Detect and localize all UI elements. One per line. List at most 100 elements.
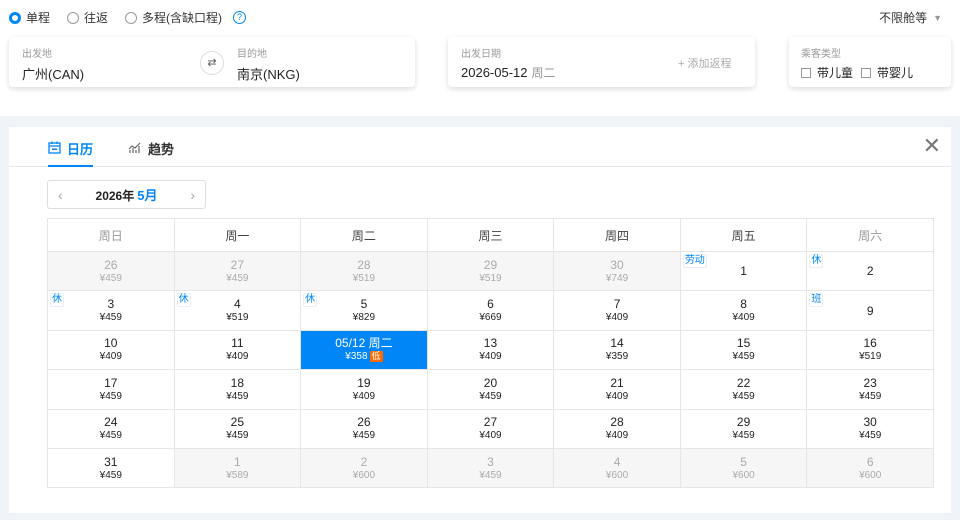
calendar-day-cell[interactable]: 30 ¥459: [806, 408, 934, 449]
day-price-row: ¥409: [554, 390, 680, 403]
calendar-day-cell[interactable]: 30 ¥749: [553, 250, 681, 292]
day-price: ¥600: [859, 469, 882, 481]
day-number: 29: [483, 257, 498, 272]
tab-trend[interactable]: 趋势: [128, 139, 174, 158]
calendar-week-row: 31 ¥459 1 ¥589 2 ¥600 3 ¥459 4 ¥600 5 ¥600 6 ¥600: [47, 447, 934, 489]
departure-date-label: 出发日期: [461, 49, 501, 60]
day-price: ¥409: [605, 390, 629, 402]
cabin-class-dropdown[interactable]: 不限舱等 ▼: [879, 9, 942, 26]
weekday-header: 周四: [553, 218, 681, 252]
calendar-day-cell[interactable]: 28 ¥409: [553, 408, 681, 449]
calendar-day-cell[interactable]: 6 ¥669: [426, 290, 555, 331]
with-child-checkbox[interactable]: 带儿童: [801, 64, 853, 81]
trip-type-round-trip[interactable]: 往返: [67, 9, 108, 26]
calendar-day-cell[interactable]: 28 ¥519: [300, 250, 428, 292]
cabin-class-label: 不限舱等: [879, 11, 928, 25]
day-price-row: ¥358 低: [301, 350, 427, 363]
holiday-tag: 休: [303, 293, 318, 308]
checkbox-icon: [861, 67, 872, 78]
calendar-day-cell[interactable]: 4 ¥600: [553, 447, 681, 489]
calendar-day-cell[interactable]: 13 ¥409: [426, 329, 555, 371]
prev-month-icon[interactable]: ‹: [58, 187, 63, 203]
calendar-day-cell[interactable]: 17 ¥459: [47, 369, 175, 410]
swap-cities-icon[interactable]: ⇄: [200, 51, 224, 75]
tab-calendar[interactable]: 日历: [48, 139, 94, 167]
calendar-day-cell[interactable]: 27 ¥459: [173, 250, 302, 292]
calendar-day-cell[interactable]: 20 ¥459: [426, 369, 555, 410]
calendar-day-cell[interactable]: 5 ¥600: [679, 447, 808, 489]
departure-date-field[interactable]: 出发日期 2026-05-12 周二: [461, 45, 556, 81]
calendar-grid: 周日 周一 周二 周三 周四 周五 周六 26 ¥459 27 ¥459 28 ¥519 29 ¥519 3…: [47, 218, 934, 489]
calendar-day-cell[interactable]: 24 ¥459: [47, 408, 175, 449]
calendar-day-cell[interactable]: 19 ¥409: [300, 369, 428, 410]
calendar-day-cell[interactable]: 2 ¥600: [300, 447, 428, 489]
day-price: ¥358: [345, 351, 368, 363]
radio-icon: [67, 11, 80, 24]
weekday-header: 周三: [426, 218, 555, 252]
calendar-day-cell[interactable]: 班9: [806, 290, 934, 331]
day-price-row: ¥409: [554, 311, 680, 324]
calendar-day-cell[interactable]: 6 ¥600: [806, 447, 934, 489]
calendar-day-cell[interactable]: 休 4 ¥519: [173, 290, 302, 331]
help-icon[interactable]: ?: [233, 11, 247, 24]
holiday-tag: 休: [50, 293, 64, 308]
day-price-row: ¥409: [175, 350, 301, 363]
calendar-day-cell[interactable]: 29 ¥459: [679, 408, 808, 449]
calendar-day-cell[interactable]: 7 ¥409: [553, 290, 681, 331]
trip-type-one-way[interactable]: 单程: [9, 9, 50, 26]
tab-label: 日历: [67, 142, 94, 157]
calendar-day-cell[interactable]: 29 ¥519: [426, 250, 555, 292]
calendar-day-cell[interactable]: 3 ¥459: [426, 447, 555, 489]
calendar-day-cell[interactable]: 25 ¥459: [173, 408, 302, 449]
calendar-day-cell[interactable]: 22 ¥459: [679, 369, 808, 410]
trip-type-label: 单程: [26, 11, 51, 25]
trip-type-multi-city[interactable]: 多程(含缺口程): [125, 9, 222, 26]
day-price: ¥519: [226, 312, 249, 324]
calendar-day-cell[interactable]: 21 ¥409: [553, 369, 681, 410]
calendar-day-cell[interactable]: 8 ¥409: [679, 290, 808, 331]
day-price-row: ¥519: [428, 272, 554, 285]
day-price: ¥459: [859, 390, 882, 402]
day-price: ¥459: [99, 430, 122, 442]
day-price: ¥459: [226, 430, 249, 442]
with-infant-checkbox[interactable]: 带婴儿: [861, 64, 913, 81]
calendar-day-cell[interactable]: 16 ¥519: [806, 329, 934, 371]
day-number: 29: [736, 415, 751, 430]
day-price-row: ¥409: [48, 350, 174, 363]
calendar-week-row: 17 ¥459 18 ¥459 19 ¥409 20 ¥459 21 ¥409 22 ¥459 23 ¥4…: [47, 369, 934, 410]
calendar-day-cell[interactable]: 27 ¥409: [426, 408, 555, 449]
day-price-row: ¥600: [681, 469, 807, 482]
day-price: ¥829: [352, 312, 376, 324]
calendar-day-cell[interactable]: 1 ¥589: [173, 447, 302, 489]
day-price: ¥459: [226, 390, 249, 402]
calendar-day-cell[interactable]: 休 3 ¥459: [47, 290, 175, 331]
calendar-day-cell[interactable]: 14 ¥359: [553, 329, 681, 371]
radio-selected-icon: [9, 11, 21, 24]
day-number: 2: [360, 454, 368, 469]
calendar-day-cell[interactable]: 31 ¥459: [47, 447, 175, 489]
calendar-day-cell[interactable]: 15 ¥459: [679, 329, 808, 371]
add-return-button[interactable]: + 添加返程: [678, 55, 731, 71]
destination-field[interactable]: 目的地 南京(NKG): [237, 45, 300, 83]
day-price: ¥600: [732, 469, 755, 481]
day-number: 16: [863, 336, 877, 351]
close-icon[interactable]: ✕: [923, 135, 941, 157]
calendar-day-cell[interactable]: 劳动 1: [679, 250, 808, 292]
calendar-day-cell[interactable]: 休 5 ¥829: [300, 290, 428, 331]
chevron-down-icon: ▼: [933, 12, 942, 23]
calendar-day-cell[interactable]: 休2: [806, 250, 934, 292]
next-month-icon[interactable]: ›: [190, 187, 195, 203]
trend-chart-icon: [128, 141, 142, 157]
calendar-day-cell[interactable]: 10 ¥409: [47, 329, 175, 371]
day-price: ¥459: [99, 390, 122, 402]
origin-field[interactable]: 出发地 广州(CAN): [22, 45, 84, 83]
calendar-day-cell[interactable]: 23 ¥459: [806, 369, 934, 410]
departure-date-box[interactable]: 出发日期 2026-05-12 周二 + 添加返程: [448, 37, 755, 87]
calendar-day-cell-selected[interactable]: 05/12 周二 ¥358 低: [300, 329, 428, 371]
day-price-row: ¥459: [428, 390, 554, 403]
passenger-options: 带儿童 带婴儿: [801, 64, 921, 81]
calendar-day-cell[interactable]: 26 ¥459: [47, 250, 175, 292]
calendar-day-cell[interactable]: 11 ¥409: [173, 329, 302, 371]
calendar-day-cell[interactable]: 26 ¥459: [300, 408, 428, 449]
calendar-day-cell[interactable]: 18 ¥459: [173, 369, 302, 410]
